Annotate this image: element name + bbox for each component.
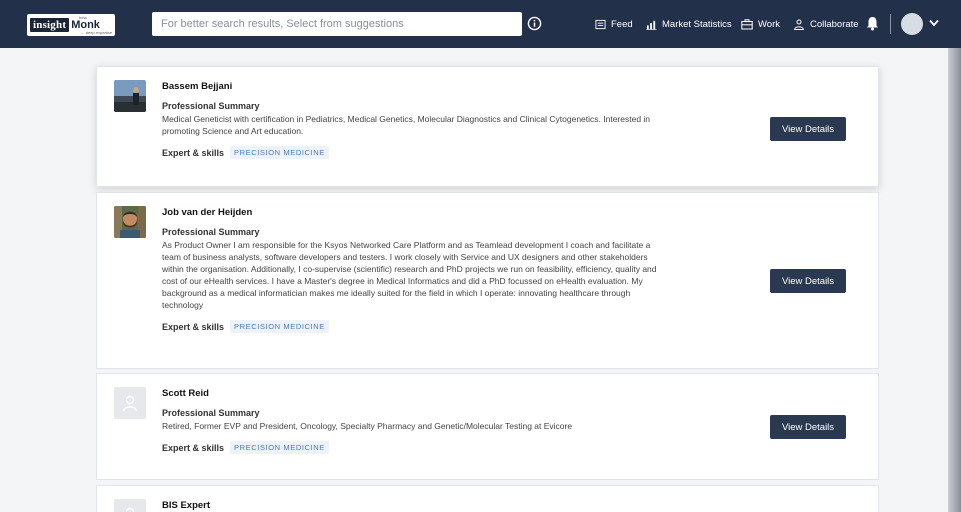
expert-card: Job van der Heijden Professional Summary… (96, 192, 879, 369)
summary-line: promoting Science and Art education. (162, 126, 304, 136)
nav-work-label: Work (758, 18, 780, 30)
expert-details: BIS Expert (162, 500, 752, 512)
chevron-down-icon[interactable] (929, 19, 939, 27)
view-details-button[interactable]: View Details (770, 117, 846, 141)
skills-row: Expert & skills PRECISION MEDICINE (162, 146, 752, 159)
summary-line: technology (162, 300, 204, 310)
expert-name[interactable]: Bassem Bejjani (162, 81, 752, 93)
expert-photo-placeholder (114, 387, 146, 419)
summary-line: Retired, Former EVP and President, Oncol… (162, 421, 573, 431)
expert-details: Bassem Bejjani Professional Summary Medi… (162, 81, 752, 159)
summary-text: As Product Owner I am responsible for th… (162, 239, 752, 311)
nav-market-statistics-label: Market Statistics (662, 18, 732, 30)
search-box (152, 12, 522, 36)
expert-name[interactable]: BIS Expert (162, 500, 752, 512)
insightmonk-logo[interactable]: insight Monk beta ... deep expertise (27, 14, 115, 36)
info-icon[interactable] (527, 16, 542, 31)
summary-text: Medical Geneticist with certification in… (162, 113, 752, 137)
summary-text: Retired, Former EVP and President, Oncol… (162, 420, 752, 432)
expert-name[interactable]: Scott Reid (162, 388, 752, 400)
skills-label: Expert & skills (162, 321, 225, 332)
collaborate-icon (794, 19, 804, 30)
expert-details: Job van der Heijden Professional Summary… (162, 207, 752, 333)
nav-collaborate-label: Collaborate (810, 18, 859, 30)
expert-photo-placeholder (114, 499, 146, 512)
expert-card: BIS Expert (96, 485, 879, 512)
top-navigation-bar: insight Monk beta ... deep expertise Fee… (0, 0, 961, 48)
expert-card: Scott Reid Professional Summary Retired,… (96, 373, 879, 480)
expert-photo (114, 80, 146, 112)
nav-feed-label: Feed (611, 18, 633, 30)
notification-bell-icon[interactable] (866, 16, 879, 31)
skills-row: Expert & skills PRECISION MEDICINE (162, 320, 752, 333)
skill-tag[interactable]: PRECISION MEDICINE (230, 441, 329, 454)
search-input[interactable] (152, 12, 522, 36)
summary-line: team of business analysts, software deve… (162, 252, 648, 262)
summary-line: Medical Geneticist with certification in… (162, 114, 651, 124)
summary-line: As Product Owner I am responsible for th… (162, 240, 651, 250)
expert-details: Scott Reid Professional Summary Retired,… (162, 388, 752, 454)
skills-label: Expert & skills (162, 442, 225, 453)
user-avatar[interactable] (901, 13, 923, 35)
nav-divider (890, 14, 891, 34)
feed-icon (595, 19, 606, 29)
expert-photo (114, 206, 146, 238)
logo-beta-text: beta (79, 15, 87, 20)
view-details-button[interactable]: View Details (770, 415, 846, 439)
skill-tag[interactable]: PRECISION MEDICINE (230, 320, 329, 333)
user-placeholder-icon (125, 507, 135, 512)
summary-heading: Professional Summary (162, 408, 260, 418)
user-placeholder-icon (122, 395, 138, 412)
skills-row: Expert & skills PRECISION MEDICINE (162, 441, 752, 454)
summary-heading: Professional Summary (162, 101, 260, 111)
nav-collaborate[interactable]: Collaborate (793, 17, 859, 31)
briefcase-icon (741, 18, 753, 29)
skill-tag[interactable]: PRECISION MEDICINE (230, 146, 329, 159)
summary-line: within the organisation. Additionally, I… (162, 264, 657, 274)
summary-line: background as a medical informatician ma… (162, 288, 631, 298)
nav-market-statistics[interactable]: Market Statistics (646, 17, 732, 31)
summary-line: cost of our eHealth services. I have a M… (162, 276, 643, 286)
nav-work[interactable]: Work (741, 17, 780, 31)
expert-card: Bassem Bejjani Professional Summary Medi… (96, 66, 879, 187)
nav-feed[interactable]: Feed (595, 17, 633, 31)
skills-label: Expert & skills (162, 147, 225, 158)
summary-heading: Professional Summary (162, 227, 260, 237)
logo-insight-text: insight (30, 18, 70, 32)
expert-name[interactable]: Job van der Heijden (162, 207, 752, 219)
bar-chart-icon (646, 20, 657, 30)
view-details-button[interactable]: View Details (770, 269, 846, 293)
logo-tagline: ... deep expertise (81, 30, 112, 35)
window-edge (948, 48, 961, 512)
